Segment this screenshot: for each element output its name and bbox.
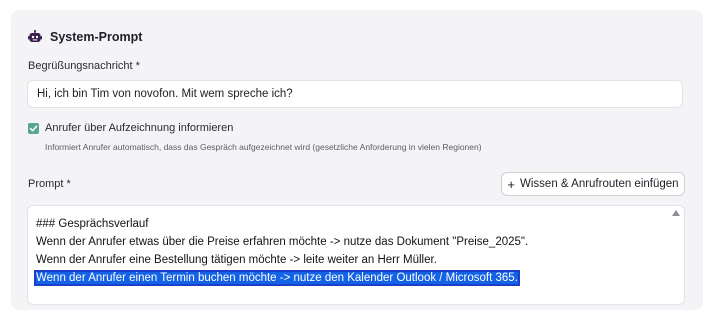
- recording-notice-hint: Informiert Anrufer automatisch, dass das…: [45, 142, 482, 152]
- insert-knowledge-button-label: Wissen & Anrufrouten einfügen: [520, 178, 679, 190]
- greeting-input[interactable]: Hi, ich bin Tim von novofon. Mit wem spr…: [27, 80, 683, 108]
- greeting-label: Begrüßungsnachricht *: [28, 60, 140, 72]
- prompt-line: Wenn der Anrufer eine Bestellung tätigen…: [36, 254, 437, 266]
- scroll-up-arrow-icon[interactable]: [672, 210, 680, 216]
- section-header: System-Prompt: [28, 30, 142, 44]
- plus-icon: +: [507, 176, 516, 192]
- recording-notice-label[interactable]: Anrufer über Aufzeichnung informieren: [45, 122, 233, 134]
- prompt-text: ### Gesprächsverlauf Wenn der Anrufer et…: [34, 215, 529, 287]
- section-title: System-Prompt: [50, 30, 143, 44]
- prompt-label: Prompt *: [28, 178, 71, 190]
- prompt-line-selected: Wenn der Anrufer einen Termin buchen möc…: [34, 270, 520, 286]
- recording-notice-checkbox[interactable]: [28, 123, 39, 134]
- robot-icon: [28, 30, 42, 44]
- insert-knowledge-button[interactable]: + Wissen & Anrufrouten einfügen: [501, 172, 685, 196]
- prompt-line: ### Gesprächsverlauf: [36, 218, 149, 230]
- checkmark-icon: [29, 125, 38, 132]
- prompt-textarea[interactable]: ### Gesprächsverlauf Wenn der Anrufer et…: [27, 205, 685, 305]
- prompt-line: Wenn der Anrufer etwas über die Preise e…: [36, 236, 529, 248]
